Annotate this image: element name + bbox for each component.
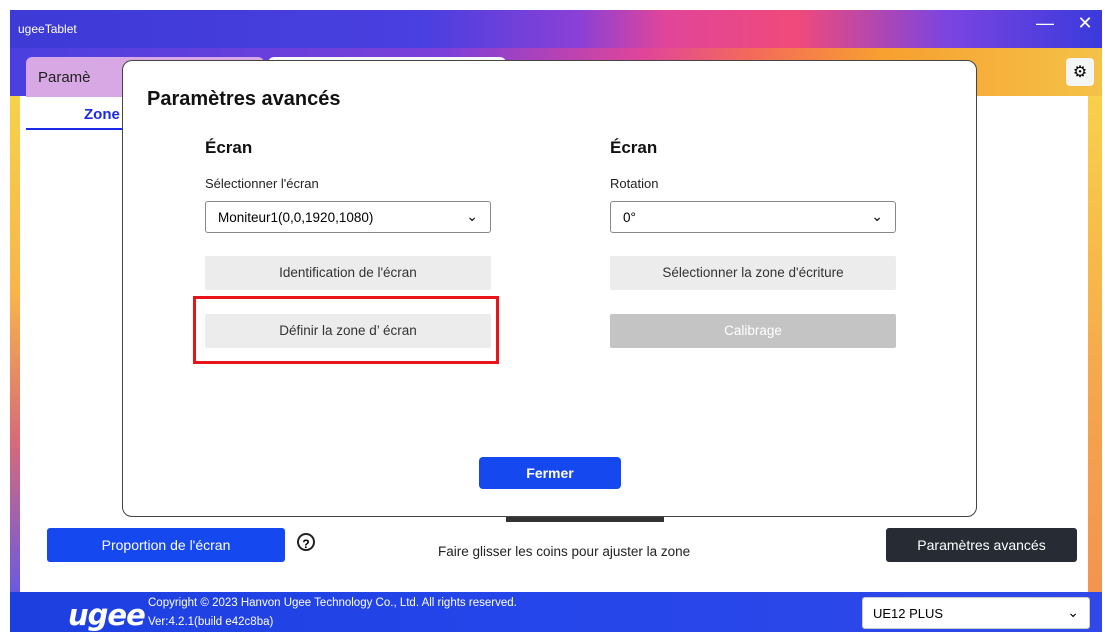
- side-decoration-left: [10, 96, 20, 592]
- rotation-label: Rotation: [610, 176, 659, 191]
- device-select-value: UE12 PLUS: [873, 606, 944, 621]
- screen-proportion-button[interactable]: Proportion de l'écran: [47, 528, 285, 562]
- title-bar: ugeeTablet — ✕: [10, 10, 1102, 48]
- version-text: Ver:4.2.1(build e42c8ba): [148, 616, 274, 628]
- highlight-box: [193, 296, 499, 364]
- identify-screen-button[interactable]: Identification de l'écran: [205, 256, 491, 290]
- close-dialog-button[interactable]: Fermer: [479, 457, 621, 489]
- rotation-select[interactable]: 0° ⌄: [610, 201, 896, 233]
- screen-select[interactable]: Moniteur1(0,0,1920,1080) ⌄: [205, 201, 491, 233]
- select-writing-zone-button[interactable]: Sélectionner la zone d'écriture: [610, 256, 896, 290]
- copyright-text: Copyright © 2023 Hanvon Ugee Technology …: [148, 597, 517, 609]
- footer: ugee Copyright © 2023 Hanvon Ugee Techno…: [10, 592, 1102, 632]
- minimize-icon[interactable]: —: [1032, 13, 1058, 34]
- advanced-settings-button[interactable]: Paramètres avancés: [886, 528, 1077, 562]
- app-title: ugeeTablet: [18, 22, 77, 36]
- calibrate-button: Calibrage: [610, 314, 896, 348]
- right-section-heading: Écran: [610, 138, 658, 157]
- gear-icon[interactable]: ⚙: [1066, 58, 1094, 86]
- dialog-title: Paramètres avancés: [147, 88, 341, 110]
- side-decoration-right: [1088, 96, 1102, 592]
- close-icon[interactable]: ✕: [1072, 13, 1098, 34]
- screen-select-value: Moniteur1(0,0,1920,1080): [218, 210, 374, 225]
- left-section-heading: Écran: [205, 138, 253, 157]
- rotation-select-value: 0°: [623, 210, 636, 225]
- advanced-settings-dialog: Paramètres avancés Écran Sélectionner l'…: [122, 60, 977, 517]
- select-screen-label: Sélectionner l'écran: [205, 176, 319, 191]
- chevron-down-icon: ⌄: [871, 208, 883, 224]
- chevron-down-icon: ⌄: [1067, 604, 1079, 620]
- ugee-logo: ugee: [68, 598, 146, 632]
- subtab-zone[interactable]: Zone: [26, 96, 126, 130]
- device-select[interactable]: UE12 PLUS ⌄: [862, 597, 1090, 629]
- drag-hint-text: Faire glisser les coins pour ajuster la …: [438, 544, 691, 559]
- help-icon[interactable]: ?: [297, 533, 315, 551]
- chevron-down-icon: ⌄: [466, 208, 478, 224]
